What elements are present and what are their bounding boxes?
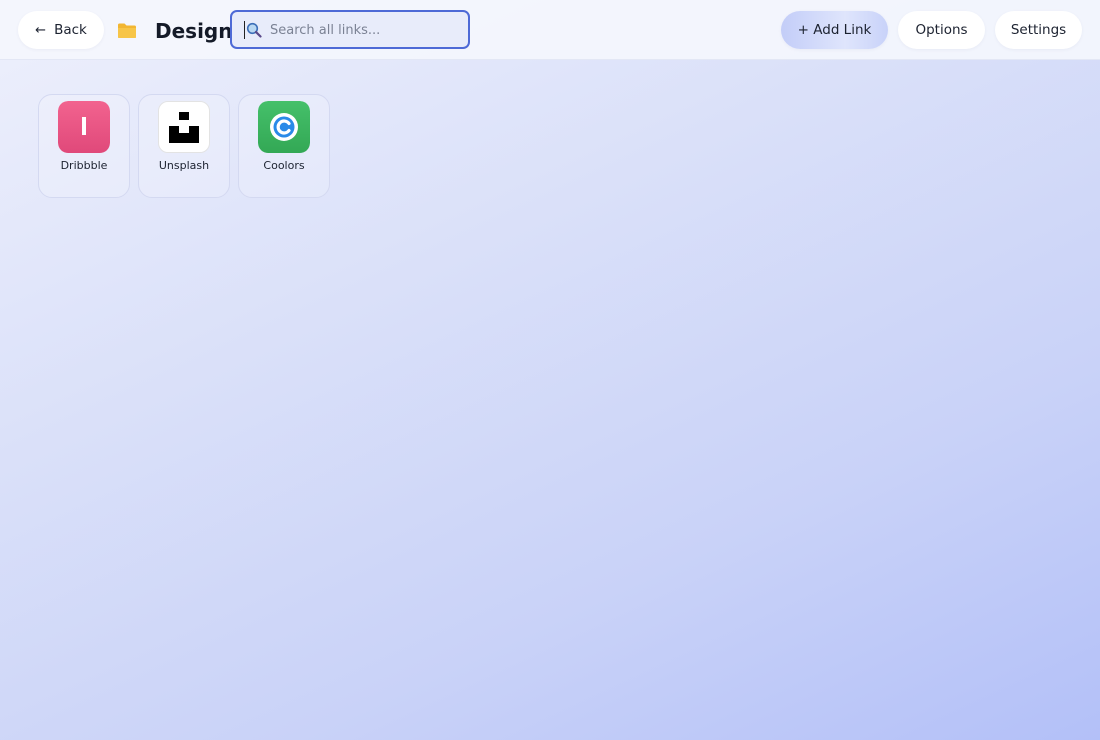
dribbble-icon [58,101,110,153]
page-title: Design [155,19,233,43]
coolors-icon [258,101,310,153]
link-label: Coolors [263,159,305,172]
back-button[interactable]: ← Back [18,11,104,49]
unsplash-icon [158,101,210,153]
search-box[interactable] [230,10,470,49]
search-icon [246,22,262,38]
link-tile-unsplash[interactable]: Unsplash [138,94,230,198]
back-arrow-icon: ← [35,22,47,38]
link-label: Unsplash [158,159,210,172]
options-button[interactable]: Options [898,11,985,49]
link-label: Dribbble [60,159,108,172]
back-button-label: Back [54,22,87,38]
search-input[interactable] [270,19,460,41]
top-bar: ← Back Design + Add Link Options Setting… [0,0,1100,60]
folder-icon [118,23,136,38]
text-cursor [244,21,245,39]
link-tile-dribbble[interactable]: Dribbble [38,94,130,198]
settings-button[interactable]: Settings [995,11,1082,49]
add-link-button[interactable]: + Add Link [781,11,888,49]
link-tile-coolors[interactable]: Coolors [238,94,330,198]
